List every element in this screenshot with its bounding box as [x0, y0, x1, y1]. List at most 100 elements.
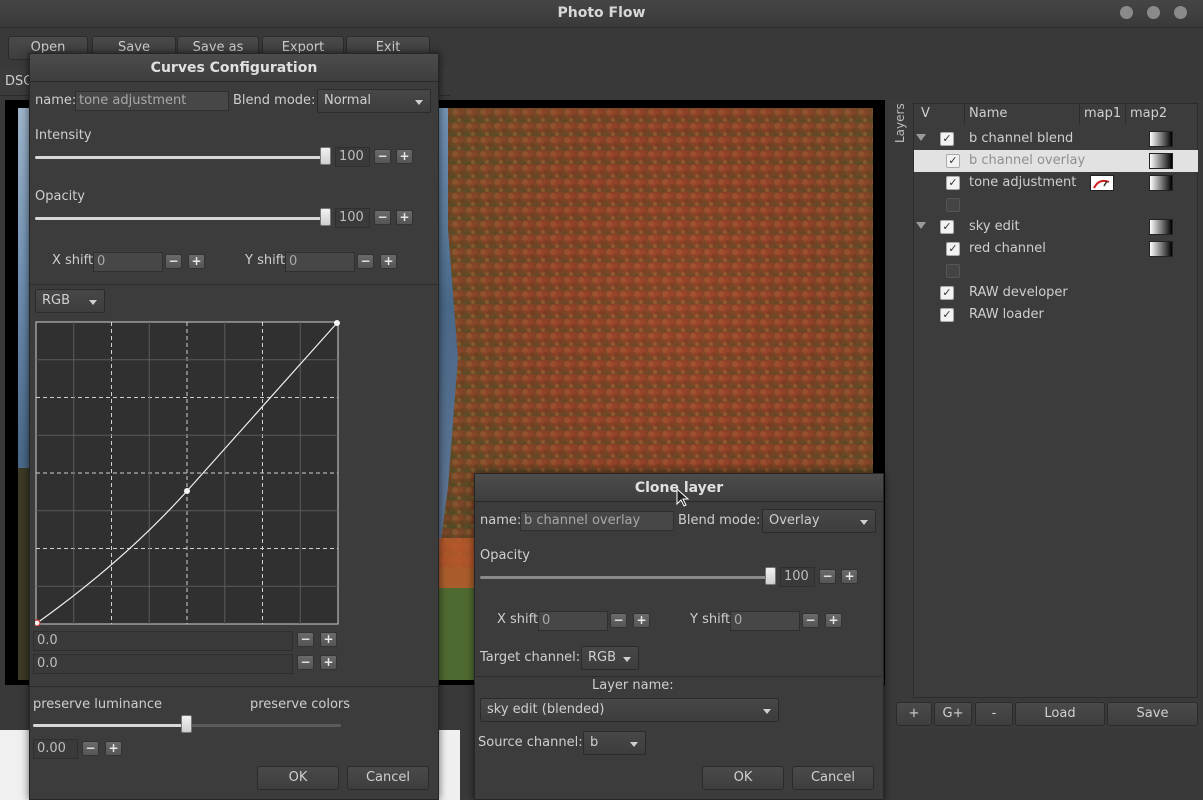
curves-ok-button[interactable]: OK [257, 766, 339, 790]
clone-xshift-label: X shift [497, 612, 539, 627]
opacity-increase-button[interactable]: + [396, 210, 413, 225]
visibility-check-icon[interactable]: ✓ [940, 286, 954, 300]
preserve-slider-thumb[interactable] [181, 715, 192, 733]
visibility-check-icon[interactable]: ✓ [946, 176, 960, 190]
yshift-field[interactable]: 0 [285, 252, 355, 272]
point-x-decrease-button[interactable]: − [297, 632, 314, 647]
source-layer-select[interactable]: sky edit (blended) [480, 698, 779, 722]
intensity-slider-track[interactable] [35, 156, 327, 159]
clone-ok-button[interactable]: OK [702, 766, 784, 790]
intensity-value-field[interactable]: 100 [335, 147, 370, 167]
clone-xshift-increase-button[interactable]: + [633, 613, 650, 628]
source-channel-select[interactable]: b [583, 731, 646, 755]
remove-layer-button[interactable]: - [975, 702, 1013, 726]
opacity-slider-thumb[interactable] [320, 208, 331, 226]
clone-yshift-field[interactable]: 0 [730, 611, 800, 631]
clone-blend-select[interactable]: Overlay [762, 509, 876, 533]
visibility-check-icon[interactable]: ✓ [940, 308, 954, 322]
clone-cancel-button[interactable]: Cancel [792, 766, 874, 790]
close-icon[interactable] [1174, 6, 1187, 19]
layers-panel-label: Layers [893, 103, 907, 143]
yshift-decrease-button[interactable]: − [357, 254, 374, 269]
xshift-increase-button[interactable]: + [188, 254, 205, 269]
preserve-increase-button[interactable]: + [105, 741, 122, 756]
opacity-slider-track[interactable] [35, 217, 327, 220]
clone-opacity-decrease-button[interactable]: − [819, 569, 836, 584]
layer-row[interactable] [914, 260, 1198, 282]
minimize-icon[interactable] [1120, 6, 1133, 19]
expander-triangle-down-icon[interactable] [916, 222, 926, 229]
column-header-v[interactable]: V [921, 106, 930, 121]
visibility-check-icon[interactable]: ✓ [946, 242, 960, 256]
column-header-map1[interactable]: map1 [1084, 106, 1121, 121]
clone-opacity-value-field[interactable]: 100 [780, 567, 815, 587]
layer-row[interactable]: ✓ RAW loader [914, 304, 1198, 326]
layer-name: red channel [969, 241, 1046, 256]
curves-name-field[interactable]: tone adjustment [75, 91, 229, 111]
clone-yshift-decrease-button[interactable]: − [802, 613, 819, 628]
divider [30, 284, 438, 285]
column-header-name[interactable]: Name [969, 106, 1007, 121]
layer-row[interactable]: ✓ sky edit [914, 216, 1198, 238]
preserve-slider-fill [33, 724, 187, 727]
column-header-map2[interactable]: map2 [1130, 106, 1167, 121]
intensity-increase-button[interactable]: + [396, 149, 413, 164]
opacity-decrease-button[interactable]: − [374, 210, 391, 225]
xshift-field[interactable]: 0 [93, 252, 163, 272]
clone-xshift-decrease-button[interactable]: − [610, 613, 627, 628]
visibility-check-icon[interactable]: ✓ [946, 154, 960, 168]
clone-opacity-increase-button[interactable]: + [841, 569, 858, 584]
xshift-decrease-button[interactable]: − [165, 254, 182, 269]
mouse-pointer-icon [676, 488, 690, 507]
map2-thumbnail[interactable] [1149, 175, 1173, 191]
curves-blend-select[interactable]: Normal [317, 89, 431, 113]
layer-row-selected[interactable]: ✓ b channel overlay [914, 150, 1198, 172]
add-group-button[interactable]: G+ [934, 702, 972, 726]
opacity-value-field[interactable]: 100 [335, 208, 370, 228]
layer-row[interactable]: ✓ red channel [914, 238, 1198, 260]
load-preset-button[interactable]: Load [1015, 702, 1105, 726]
map1-curve-thumbnail[interactable] [1090, 175, 1114, 191]
save-preset-button[interactable]: Save [1107, 702, 1198, 726]
clone-name-field[interactable]: b channel overlay [520, 511, 674, 531]
expander-triangle-down-icon[interactable] [916, 134, 926, 141]
target-channel-select[interactable]: RGB [581, 646, 639, 670]
layer-row[interactable]: ✓ b channel blend [914, 128, 1198, 150]
layer-row[interactable] [914, 194, 1198, 216]
clone-yshift-increase-button[interactable]: + [825, 613, 842, 628]
curve-point-mid[interactable] [184, 488, 190, 494]
curve-editor[interactable] [35, 320, 340, 626]
point-y-decrease-button[interactable]: − [297, 655, 314, 670]
column-divider [1079, 103, 1080, 125]
curve-point-end[interactable] [334, 320, 340, 326]
clone-opacity-slider-thumb[interactable] [765, 567, 776, 585]
add-layer-button[interactable]: + [896, 702, 932, 726]
clone-opacity-slider-track[interactable] [480, 576, 772, 579]
preserve-value-field[interactable]: 0.00 [33, 739, 78, 759]
chevron-down-icon [763, 709, 771, 714]
visibility-checkbox-icon[interactable] [946, 264, 960, 278]
curve-point-y-field[interactable]: 0.0 [33, 654, 293, 674]
preserve-decrease-button[interactable]: − [82, 741, 99, 756]
layer-row[interactable]: ✓ RAW developer [914, 282, 1198, 304]
intensity-decrease-button[interactable]: − [374, 149, 391, 164]
curves-cancel-button[interactable]: Cancel [347, 766, 429, 790]
map2-thumbnail[interactable] [1149, 219, 1173, 235]
yshift-increase-button[interactable]: + [380, 254, 397, 269]
point-y-increase-button[interactable]: + [320, 655, 337, 670]
channel-select[interactable]: RGB [35, 289, 105, 313]
point-x-increase-button[interactable]: + [320, 632, 337, 647]
clone-xshift-field[interactable]: 0 [538, 611, 608, 631]
maximize-icon[interactable] [1147, 6, 1160, 19]
curve-point-start[interactable] [35, 619, 41, 626]
intensity-slider-thumb[interactable] [320, 147, 331, 165]
visibility-check-icon[interactable]: ✓ [940, 220, 954, 234]
clone-name-label: name: [480, 513, 522, 528]
map2-thumbnail[interactable] [1149, 241, 1173, 257]
visibility-check-icon[interactable]: ✓ [940, 132, 954, 146]
map2-thumbnail[interactable] [1149, 131, 1173, 147]
visibility-checkbox-icon[interactable] [946, 198, 960, 212]
layer-row[interactable]: ✓ tone adjustment [914, 172, 1198, 194]
curve-point-x-field[interactable]: 0.0 [33, 631, 293, 651]
map2-thumbnail[interactable] [1149, 153, 1173, 169]
